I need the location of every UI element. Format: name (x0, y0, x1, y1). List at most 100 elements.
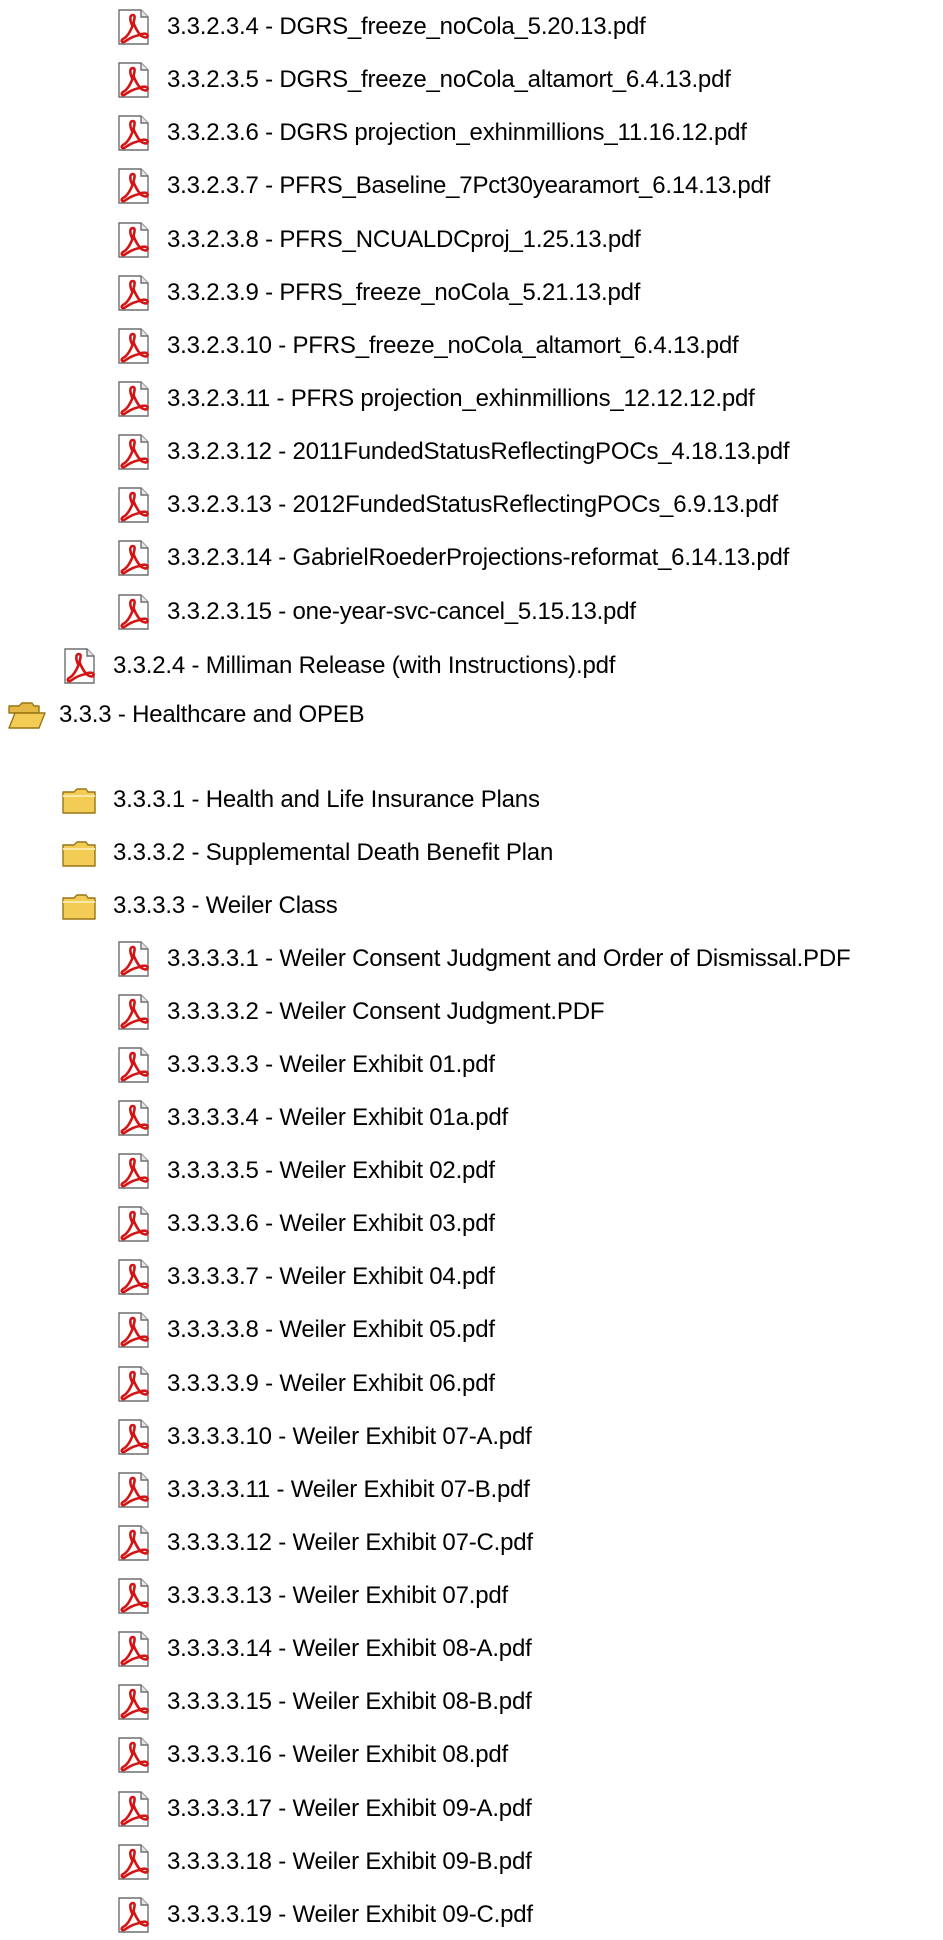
file-row[interactable]: 3.3.3.3.15 - Weiler Exhibit 08-B.pdf (114, 1682, 532, 1722)
file-row[interactable]: 3.3.3.3.18 - Weiler Exhibit 09-B.pdf (114, 1842, 532, 1882)
file-row[interactable]: 3.3.3.3.14 - Weiler Exhibit 08-A.pdf (114, 1629, 532, 1669)
file-row[interactable]: 3.3.3.3.17 - Weiler Exhibit 09-A.pdf (114, 1789, 532, 1829)
file-row[interactable]: 3.3.2.3.13 - 2012FundedStatusReflectingP… (114, 485, 778, 525)
folder-label: 3.3.3 - Healthcare and OPEB (59, 701, 365, 728)
file-label: 3.3.3.3.10 - Weiler Exhibit 07-A.pdf (167, 1423, 532, 1450)
folder-icon (60, 833, 100, 873)
pdf-file-icon (114, 7, 154, 47)
folder-row[interactable]: 3.3.3.1 - Health and Life Insurance Plan… (60, 780, 540, 820)
pdf-file-icon (114, 220, 154, 260)
file-label: 3.3.3.3.17 - Weiler Exhibit 09-A.pdf (167, 1795, 532, 1822)
file-label: 3.3.3.3.16 - Weiler Exhibit 08.pdf (167, 1741, 508, 1768)
file-row[interactable]: 3.3.2.3.12 - 2011FundedStatusReflectingP… (114, 432, 790, 472)
file-row[interactable]: 3.3.2.3.11 - PFRS projection_exhinmillio… (114, 379, 755, 419)
pdf-file-icon (114, 1364, 154, 1404)
file-row[interactable]: 3.3.3.3.5 - Weiler Exhibit 02.pdf (114, 1151, 495, 1191)
pdf-file-icon (114, 273, 154, 313)
folder-row[interactable]: 3.3.3 - Healthcare and OPEB (6, 695, 365, 735)
file-label: 3.3.3.3.2 - Weiler Consent Judgment.PDF (167, 998, 605, 1025)
file-label: 3.3.2.3.6 - DGRS projection_exhinmillion… (167, 119, 747, 146)
file-row[interactable]: 3.3.3.3.9 - Weiler Exhibit 06.pdf (114, 1364, 495, 1404)
file-label: 3.3.3.3.7 - Weiler Exhibit 04.pdf (167, 1263, 495, 1290)
file-label: 3.3.3.3.18 - Weiler Exhibit 09-B.pdf (167, 1848, 532, 1875)
pdf-file-icon (114, 1098, 154, 1138)
file-tree: 3.3.2.3.4 - DGRS_freeze_noCola_5.20.13.p… (0, 0, 943, 1934)
file-label: 3.3.3.3.12 - Weiler Exhibit 07-C.pdf (167, 1529, 533, 1556)
pdf-file-icon (114, 1470, 154, 1510)
file-label: 3.3.2.3.5 - DGRS_freeze_noCola_altamort_… (167, 66, 731, 93)
file-row[interactable]: 3.3.3.3.11 - Weiler Exhibit 07-B.pdf (114, 1470, 530, 1510)
file-row[interactable]: 3.3.3.3.8 - Weiler Exhibit 05.pdf (114, 1310, 495, 1350)
pdf-file-icon (60, 646, 100, 686)
pdf-file-icon (114, 1789, 154, 1829)
pdf-file-icon (114, 1576, 154, 1616)
file-row[interactable]: 3.3.2.3.10 - PFRS_freeze_noCola_altamort… (114, 326, 739, 366)
file-row[interactable]: 3.3.2.3.4 - DGRS_freeze_noCola_5.20.13.p… (114, 7, 646, 47)
file-label: 3.3.2.3.12 - 2011FundedStatusReflectingP… (167, 438, 790, 465)
file-row[interactable]: 3.3.2.3.14 - GabrielRoederProjections-re… (114, 538, 789, 578)
file-label: 3.3.3.3.11 - Weiler Exhibit 07-B.pdf (167, 1476, 530, 1503)
pdf-file-icon (114, 1895, 154, 1935)
file-row[interactable]: 3.3.2.3.15 - one-year-svc-cancel_5.15.13… (114, 592, 636, 632)
folder-label: 3.3.3.1 - Health and Life Insurance Plan… (113, 786, 540, 813)
pdf-file-icon (114, 326, 154, 366)
file-label: 3.3.3.3.15 - Weiler Exhibit 08-B.pdf (167, 1688, 532, 1715)
file-label: 3.3.3.3.8 - Weiler Exhibit 05.pdf (167, 1316, 495, 1343)
file-label: 3.3.3.3.6 - Weiler Exhibit 03.pdf (167, 1210, 495, 1237)
file-label: 3.3.3.3.19 - Weiler Exhibit 09-C.pdf (167, 1901, 533, 1928)
file-label: 3.3.2.3.15 - one-year-svc-cancel_5.15.13… (167, 598, 636, 625)
file-row[interactable]: 3.3.2.3.5 - DGRS_freeze_noCola_altamort_… (114, 60, 731, 100)
file-row[interactable]: 3.3.3.3.19 - Weiler Exhibit 09-C.pdf (114, 1895, 533, 1935)
file-row[interactable]: 3.3.3.3.13 - Weiler Exhibit 07.pdf (114, 1576, 508, 1616)
folder-icon (60, 780, 100, 820)
pdf-file-icon (114, 1257, 154, 1297)
file-row[interactable]: 3.3.2.3.8 - PFRS_NCUALDCproj_1.25.13.pdf (114, 220, 641, 260)
file-label: 3.3.2.3.13 - 2012FundedStatusReflectingP… (167, 491, 778, 518)
file-row[interactable]: 3.3.3.3.1 - Weiler Consent Judgment and … (114, 939, 851, 979)
pdf-file-icon (114, 1204, 154, 1244)
pdf-file-icon (114, 1523, 154, 1563)
pdf-file-icon (114, 379, 154, 419)
file-label: 3.3.2.4 - Milliman Release (with Instruc… (113, 652, 616, 679)
file-label: 3.3.3.3.9 - Weiler Exhibit 06.pdf (167, 1370, 495, 1397)
pdf-file-icon (114, 166, 154, 206)
pdf-file-icon (114, 1045, 154, 1085)
file-row[interactable]: 3.3.3.3.3 - Weiler Exhibit 01.pdf (114, 1045, 495, 1085)
file-label: 3.3.2.3.8 - PFRS_NCUALDCproj_1.25.13.pdf (167, 226, 641, 253)
pdf-file-icon (114, 432, 154, 472)
file-row[interactable]: 3.3.3.3.4 - Weiler Exhibit 01a.pdf (114, 1098, 508, 1138)
pdf-file-icon (114, 1310, 154, 1350)
file-row[interactable]: 3.3.2.4 - Milliman Release (with Instruc… (60, 646, 615, 686)
file-row[interactable]: 3.3.3.3.10 - Weiler Exhibit 07-A.pdf (114, 1417, 532, 1457)
file-label: 3.3.2.3.11 - PFRS projection_exhinmillio… (167, 385, 755, 412)
file-label: 3.3.3.3.1 - Weiler Consent Judgment and … (167, 945, 851, 972)
file-row[interactable]: 3.3.3.3.16 - Weiler Exhibit 08.pdf (114, 1735, 508, 1775)
file-label: 3.3.3.3.4 - Weiler Exhibit 01a.pdf (167, 1104, 508, 1131)
folder-label: 3.3.3.2 - Supplemental Death Benefit Pla… (113, 839, 554, 866)
file-label: 3.3.2.3.9 - PFRS_freeze_noCola_5.21.13.p… (167, 279, 641, 306)
file-label: 3.3.3.3.14 - Weiler Exhibit 08-A.pdf (167, 1635, 532, 1662)
pdf-file-icon (114, 939, 154, 979)
file-row[interactable]: 3.3.2.3.6 - DGRS projection_exhinmillion… (114, 113, 747, 153)
file-row[interactable]: 3.3.3.3.6 - Weiler Exhibit 03.pdf (114, 1204, 495, 1244)
file-row[interactable]: 3.3.3.3.7 - Weiler Exhibit 04.pdf (114, 1257, 495, 1297)
pdf-file-icon (114, 1682, 154, 1722)
folder-row[interactable]: 3.3.3.2 - Supplemental Death Benefit Pla… (60, 833, 553, 873)
file-label: 3.3.3.3.3 - Weiler Exhibit 01.pdf (167, 1051, 495, 1078)
file-row[interactable]: 3.3.2.3.7 - PFRS_Baseline_7Pct30yearamor… (114, 166, 770, 206)
file-label: 3.3.2.3.14 - GabrielRoederProjections-re… (167, 544, 790, 571)
pdf-file-icon (114, 113, 154, 153)
folder-open-icon (6, 695, 46, 735)
folder-label: 3.3.3.3 - Weiler Class (113, 892, 338, 919)
file-row[interactable]: 3.3.2.3.9 - PFRS_freeze_noCola_5.21.13.p… (114, 273, 640, 313)
pdf-file-icon (114, 1417, 154, 1457)
file-label: 3.3.2.3.10 - PFRS_freeze_noCola_altamort… (167, 332, 739, 359)
pdf-file-icon (114, 60, 154, 100)
file-row[interactable]: 3.3.3.3.2 - Weiler Consent Judgment.PDF (114, 992, 605, 1032)
file-row[interactable]: 3.3.3.3.12 - Weiler Exhibit 07-C.pdf (114, 1523, 533, 1563)
pdf-file-icon (114, 1151, 154, 1191)
pdf-file-icon (114, 1735, 154, 1775)
file-label: 3.3.3.3.13 - Weiler Exhibit 07.pdf (167, 1582, 508, 1609)
folder-row[interactable]: 3.3.3.3 - Weiler Class (60, 886, 338, 926)
pdf-file-icon (114, 538, 154, 578)
